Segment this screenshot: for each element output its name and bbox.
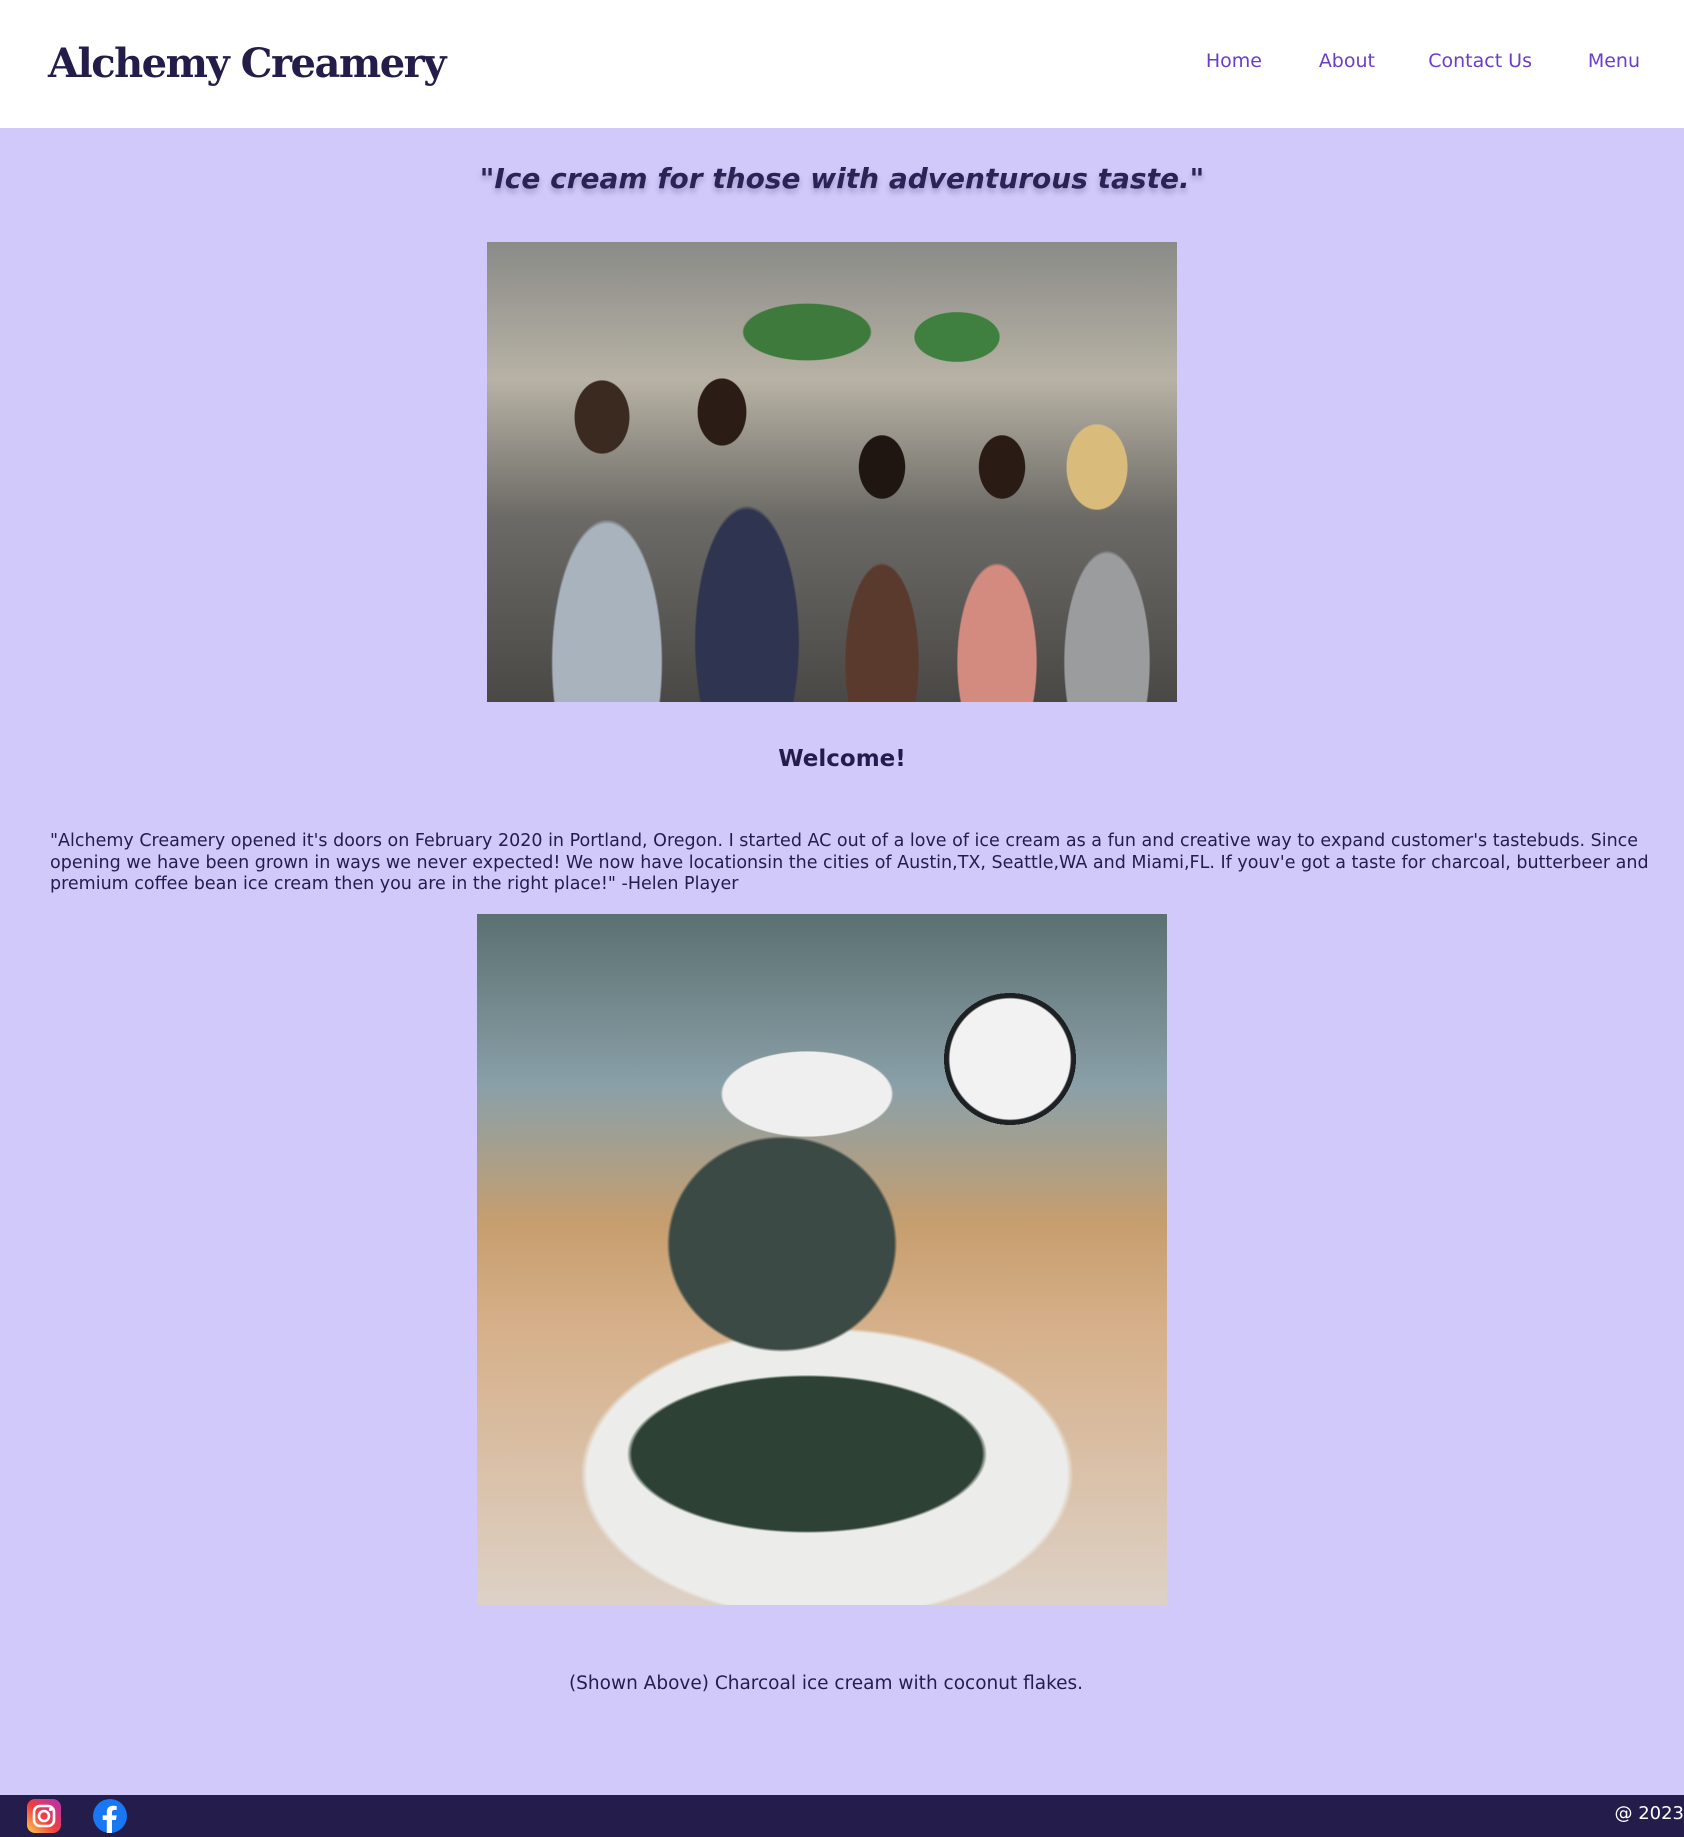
nav-link-home[interactable]: Home (1206, 50, 1262, 72)
copyright-text: @ 2023 (1614, 1803, 1684, 1824)
site-header: Alchemy Creamery Home About Contact Us M… (0, 0, 1684, 128)
friends-eating-ice-cream-photo (487, 242, 1177, 702)
charcoal-ice-cream-photo (477, 914, 1167, 1605)
tagline: "Ice cream for those with adventurous ta… (479, 162, 1205, 195)
nav-link-contact-us[interactable]: Contact Us (1428, 50, 1532, 72)
nav-link-menu[interactable]: Menu (1588, 50, 1640, 72)
site-logo[interactable]: Alchemy Creamery (48, 40, 446, 87)
photo-caption: (Shown Above) Charcoal ice cream with co… (568, 1673, 1084, 1694)
site-footer: @ 2023 (0, 1795, 1684, 1837)
founder-story-paragraph: "Alchemy Creamery opened it's doors on F… (50, 831, 1649, 894)
facebook-icon[interactable] (92, 1798, 128, 1834)
welcome-heading: Welcome! (778, 746, 906, 772)
instagram-icon[interactable] (26, 1798, 62, 1834)
nav-link-about[interactable]: About (1319, 50, 1375, 72)
